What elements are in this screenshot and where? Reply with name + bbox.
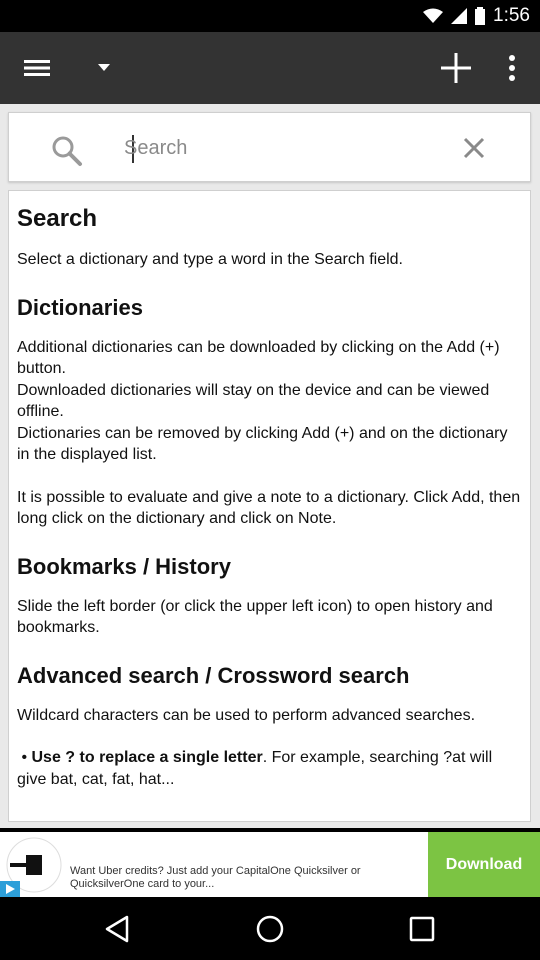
ad-choices-icon[interactable] [0, 881, 20, 897]
bullet-bold: Use ? to replace a single letter [31, 749, 263, 766]
plus-icon[interactable] [432, 32, 480, 104]
advanced-text: Wildcard characters can be used to perfo… [17, 706, 476, 724]
dictionaries-p2: Downloaded dictionaries will stay on the… [17, 381, 490, 421]
dictionaries-p1: Additional dictionaries can be downloade… [17, 338, 500, 378]
ad-banner[interactable]: Want Uber credits? Just add your Capital… [0, 832, 540, 897]
recents-icon[interactable] [377, 897, 467, 960]
hamburger-icon[interactable] [14, 32, 60, 104]
search-input[interactable] [124, 129, 434, 167]
advanced-heading: Advanced search / Crossword search [17, 662, 410, 688]
bookmarks-heading: Bookmarks / History [17, 553, 231, 579]
signal-icon [451, 8, 468, 24]
back-icon[interactable] [72, 897, 162, 960]
list-item: • Use ? to replace a single letter. For … [17, 749, 493, 788]
dictionaries-p4: It is possible to evaluate and give a no… [17, 488, 521, 528]
help-intro: Select a dictionary and type a word in t… [17, 251, 403, 268]
caret-down-icon[interactable] [86, 32, 122, 104]
dictionaries-heading: Dictionaries [17, 294, 143, 320]
close-icon[interactable] [463, 137, 485, 159]
ad-text: Want Uber credits? Just add your Capital… [70, 865, 361, 890]
status-time: 1:56 [493, 5, 530, 26]
bookmarks-text: Slide the left border (or click the uppe… [17, 597, 493, 637]
navigation-bar [0, 897, 540, 960]
dictionaries-p3: Dictionaries can be removed by clicking … [17, 424, 508, 464]
content-area: Search Select a dictionary and type a wo… [0, 104, 540, 828]
wifi-icon [423, 8, 444, 23]
battery-icon [475, 7, 486, 25]
magnifier-icon [52, 136, 82, 166]
help-title: Search [17, 205, 98, 232]
toolbar [0, 32, 540, 104]
download-button[interactable]: Download [428, 832, 540, 897]
home-icon[interactable] [225, 897, 315, 960]
status-icons: 1:56 [423, 0, 530, 32]
help-content: Search Select a dictionary and type a wo… [8, 190, 531, 822]
status-bar: 1:56 [0, 0, 540, 32]
search-bar [8, 112, 531, 182]
more-vert-icon[interactable] [496, 32, 528, 104]
dictionaries-text: Additional dictionaries can be downloade… [17, 337, 522, 466]
